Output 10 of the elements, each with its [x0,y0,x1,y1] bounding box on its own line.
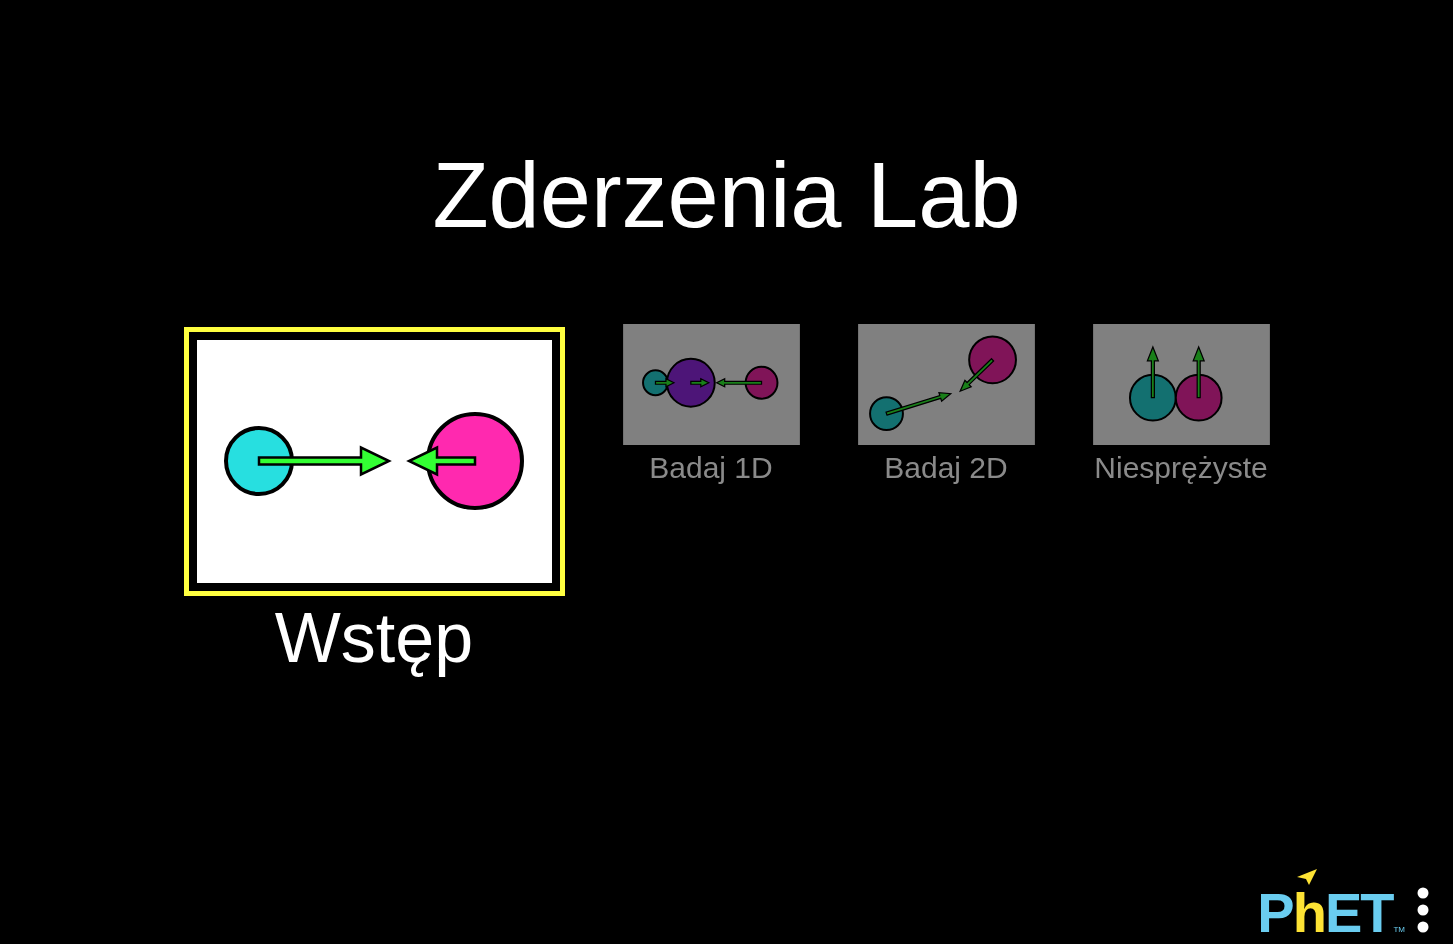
screen-button[interactable]: Badaj 2D [857,324,1035,485]
screen-button[interactable]: Niesprężyste [1092,324,1270,485]
sim-title: Zderzenia Lab [432,143,1021,248]
trademark-text: TM [1393,926,1405,934]
menu-button[interactable] [1417,887,1429,933]
screen-button[interactable]: Wstęp [183,327,565,678]
menu-icon [1417,887,1429,933]
screen-button[interactable]: Badaj 1D [622,324,800,485]
paper-plane-icon [1297,869,1318,885]
logo-text: PhET [1257,885,1393,941]
